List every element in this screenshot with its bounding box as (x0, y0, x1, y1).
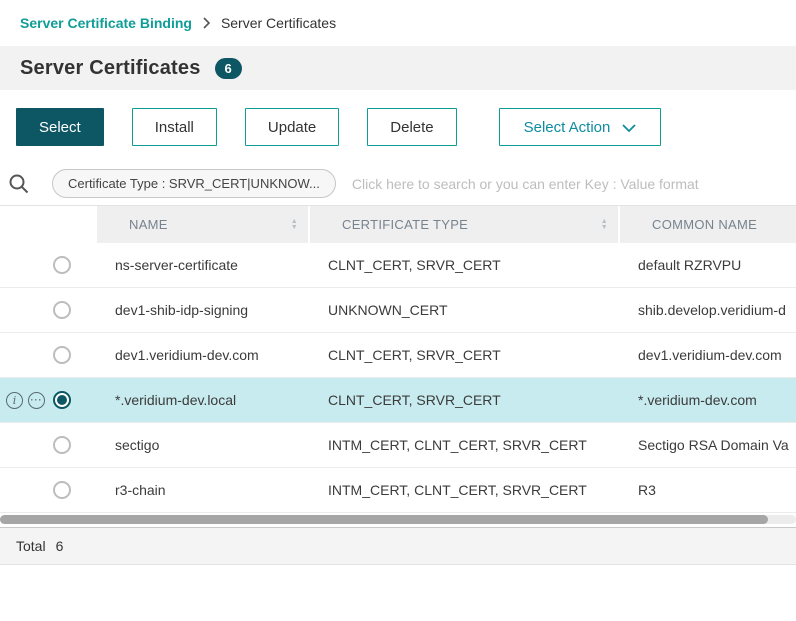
cell-certificate-type: CLNT_CERT, SRVR_CERT (310, 347, 620, 363)
table-footer: Total 6 (0, 527, 796, 565)
select-action-dropdown[interactable]: Select Action (499, 108, 662, 146)
select-button[interactable]: Select (16, 108, 104, 146)
server-certificates-page: Server Certificate Binding Server Certif… (0, 0, 796, 565)
row-radio[interactable] (53, 301, 71, 319)
cell-certificate-type: INTM_CERT, CLNT_CERT, SRVR_CERT (310, 482, 620, 498)
toolbar: Select Install Update Delete Select Acti… (0, 90, 796, 162)
search-input[interactable] (352, 176, 784, 192)
cell-common-name: default RZRVPU (620, 257, 796, 273)
chevron-down-icon (622, 124, 636, 133)
breadcrumb-link-server-certificate-binding[interactable]: Server Certificate Binding (20, 15, 192, 31)
cell-certificate-type: CLNT_CERT, SRVR_CERT (310, 392, 620, 408)
cell-name: *.veridium-dev.local (97, 392, 310, 408)
sort-icon-certificate-type[interactable]: ▲▼ (601, 219, 608, 231)
cell-common-name: dev1.veridium-dev.com (620, 347, 796, 363)
install-button[interactable]: Install (132, 108, 217, 146)
search-bar: Certificate Type : SRVR_CERT|UNKNOW... (0, 162, 796, 206)
table-row[interactable]: ns-server-certificate CLNT_CERT, SRVR_CE… (0, 243, 796, 288)
cell-name: dev1.veridium-dev.com (97, 347, 310, 363)
header-common-name[interactable]: COMMON NAME ▲▼ (620, 206, 796, 243)
horizontal-scrollbar-thumb[interactable] (0, 515, 768, 524)
cell-name: ns-server-certificate (97, 257, 310, 273)
cell-name: r3-chain (97, 482, 310, 498)
table-row[interactable]: sectigo INTM_CERT, CLNT_CERT, SRVR_CERT … (0, 423, 796, 468)
cell-common-name: Sectigo RSA Domain Va (620, 437, 796, 453)
horizontal-scrollbar-track[interactable] (0, 515, 796, 524)
header-select-column (0, 206, 97, 243)
table-row[interactable]: dev1-shib-idp-signing UNKNOWN_CERT shib.… (0, 288, 796, 333)
cell-common-name: *.veridium-dev.com (620, 392, 796, 408)
search-icon (8, 173, 30, 195)
cell-certificate-type: CLNT_CERT, SRVR_CERT (310, 257, 620, 273)
sort-icon-name[interactable]: ▲▼ (291, 219, 298, 231)
row-ellipsis-menu-icon[interactable]: ··· (28, 392, 45, 409)
update-button[interactable]: Update (245, 108, 339, 146)
total-value: 6 (56, 538, 64, 554)
breadcrumb-current: Server Certificates (221, 15, 336, 31)
page-header: Server Certificates 6 (0, 46, 796, 90)
row-radio-selected[interactable] (53, 391, 71, 409)
count-badge: 6 (215, 58, 242, 79)
header-certificate-type[interactable]: CERTIFICATE TYPE ▲▼ (310, 206, 620, 243)
row-radio[interactable] (53, 481, 71, 499)
header-name[interactable]: NAME ▲▼ (97, 206, 310, 243)
table-row-selected[interactable]: i ··· *.veridium-dev.local CLNT_CERT, SR… (0, 378, 796, 423)
breadcrumb-chevron-icon (202, 16, 211, 30)
row-info-icon[interactable]: i (6, 392, 23, 409)
header-common-name-label: COMMON NAME (620, 217, 757, 232)
total-label: Total (16, 538, 46, 554)
row-radio[interactable] (53, 436, 71, 454)
cell-common-name: shib.develop.veridium-d (620, 302, 796, 318)
cell-name: sectigo (97, 437, 310, 453)
cell-certificate-type: INTM_CERT, CLNT_CERT, SRVR_CERT (310, 437, 620, 453)
filter-chip-certificate-type[interactable]: Certificate Type : SRVR_CERT|UNKNOW... (52, 169, 336, 198)
cell-name: dev1-shib-idp-signing (97, 302, 310, 318)
row-radio[interactable] (53, 346, 71, 364)
cell-certificate-type: UNKNOWN_CERT (310, 302, 620, 318)
certificates-table: NAME ▲▼ CERTIFICATE TYPE ▲▼ COMMON NAME … (0, 206, 796, 513)
header-certificate-type-label: CERTIFICATE TYPE (310, 217, 468, 232)
delete-button[interactable]: Delete (367, 108, 456, 146)
breadcrumb: Server Certificate Binding Server Certif… (0, 0, 796, 46)
cell-common-name: R3 (620, 482, 796, 498)
row-radio[interactable] (53, 256, 71, 274)
table-row[interactable]: dev1.veridium-dev.com CLNT_CERT, SRVR_CE… (0, 333, 796, 378)
header-name-label: NAME (97, 217, 168, 232)
page-title: Server Certificates (20, 57, 201, 80)
select-action-label: Select Action (524, 119, 611, 136)
table-row[interactable]: r3-chain INTM_CERT, CLNT_CERT, SRVR_CERT… (0, 468, 796, 513)
table-header-row: NAME ▲▼ CERTIFICATE TYPE ▲▼ COMMON NAME … (0, 206, 796, 243)
